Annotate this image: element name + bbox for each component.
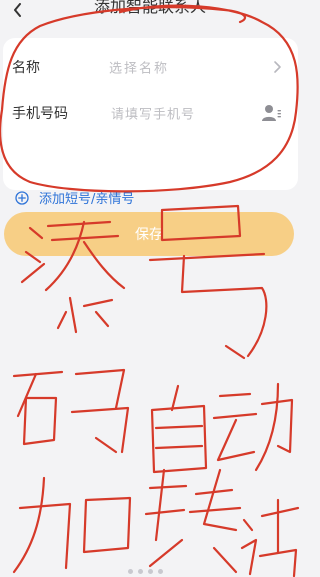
name-field[interactable]: 选择名称 [109, 58, 169, 77]
indicator-dot [138, 569, 143, 574]
indicator-dot [128, 569, 133, 574]
phone-label: 手机号码 [12, 106, 68, 122]
name-label: 名称 [12, 60, 40, 76]
contact-book-icon[interactable] [260, 102, 282, 124]
header: 添加智能联系人 [0, 0, 300, 28]
phone-row: 手机号码 请填写手机号 [3, 90, 298, 136]
add-short-number-label: 添加短号/亲情号 [39, 192, 135, 207]
indicator-dot [158, 569, 163, 574]
phone-input[interactable]: 请填写手机号 [111, 104, 195, 123]
name-row[interactable]: 名称 选择名称 [3, 44, 298, 90]
indicator-dot [148, 569, 153, 574]
chevron-right-icon [274, 61, 281, 73]
contact-form-card: 名称 选择名称 手机号码 请填写手机号 添加短号/亲情号 [3, 38, 298, 207]
add-short-number-link[interactable]: 添加短号/亲情号 [15, 188, 134, 207]
plus-circle-icon [15, 190, 29, 205]
page-indicator [128, 569, 163, 574]
save-button[interactable]: 保存 [4, 212, 294, 256]
page-title: 添加智能联系人 [93, 0, 206, 16]
